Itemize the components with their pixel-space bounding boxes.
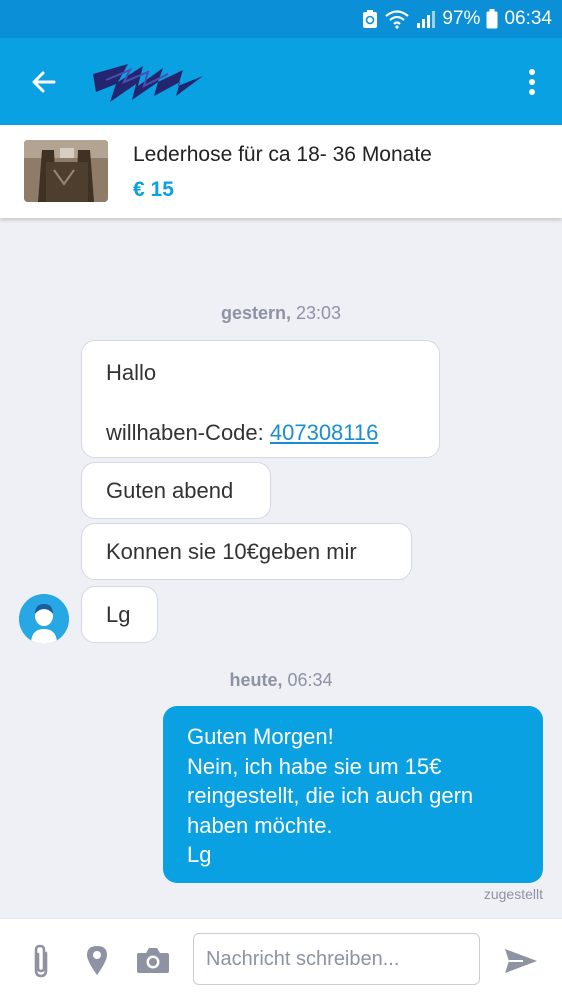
message-line: Lg	[187, 842, 212, 867]
willhaben-code-link[interactable]: 407308116	[270, 420, 379, 445]
user-silhouette-icon	[19, 594, 69, 644]
message-text: Lg	[106, 601, 131, 627]
code-label: willhaben-Code:	[106, 420, 270, 445]
message-code-line: willhaben-Code: 407308116	[106, 418, 415, 448]
incoming-message: Konnen sie 10€geben mir	[81, 523, 412, 580]
date-separator: gestern, 23:03	[0, 303, 562, 324]
status-bar: 97% 06:34	[0, 0, 562, 38]
contact-avatar[interactable]	[19, 594, 69, 644]
item-price: € 15	[133, 178, 174, 201]
delivery-status: zugestellt	[483, 886, 543, 902]
camera-button[interactable]	[135, 943, 171, 977]
attach-button[interactable]	[26, 941, 56, 981]
arrow-left-icon	[32, 71, 56, 93]
incoming-message: Lg	[81, 586, 158, 643]
incoming-message: Hallo willhaben-Code: 407308116	[81, 340, 440, 458]
message-line: reingestellt, die ich auch gern	[187, 783, 474, 808]
message-text: Konnen sie 10€geben mir	[106, 538, 357, 564]
item-title: Lederhose für ca 18- 36 Monate	[133, 143, 432, 166]
message-line: Guten Morgen!	[187, 724, 334, 749]
outgoing-message: Guten Morgen! Nein, ich habe sie um 15€ …	[163, 706, 543, 883]
message-line: haben möchte.	[187, 812, 333, 838]
date-label: heute,	[229, 670, 283, 690]
clock: 06:34	[504, 8, 552, 29]
back-button[interactable]	[24, 62, 64, 102]
date-time: 23:03	[296, 303, 342, 323]
message-line: Nein, ich habe sie um 15€	[187, 753, 442, 779]
location-pin-icon	[87, 946, 107, 975]
location-button[interactable]	[82, 943, 112, 977]
app-bar	[0, 38, 562, 125]
user-logo	[88, 52, 208, 112]
camera-icon	[137, 948, 169, 973]
message-input[interactable]	[193, 933, 480, 985]
status-icons: 97% 06:34	[362, 0, 552, 38]
message-text: Guten abend	[106, 477, 234, 503]
wifi-icon	[384, 9, 410, 29]
item-header[interactable]: Lederhose für ca 18- 36 Monate € 15	[0, 125, 562, 218]
message-input-bar	[0, 918, 562, 1001]
more-vertical-icon	[529, 69, 535, 95]
date-separator: heute, 06:34	[0, 670, 562, 691]
send-icon	[505, 949, 537, 973]
signal-icon	[416, 9, 436, 29]
incoming-message: Guten abend	[81, 462, 271, 519]
data-saver-icon	[362, 9, 378, 29]
send-button[interactable]	[500, 941, 542, 981]
message-text: Hallo	[106, 360, 157, 385]
battery-icon	[486, 9, 498, 29]
more-options-button[interactable]	[520, 62, 544, 102]
battery-percent: 97%	[442, 8, 481, 29]
date-label: gestern,	[220, 303, 291, 323]
item-thumbnail	[24, 140, 108, 202]
date-time: 06:34	[287, 670, 333, 690]
paperclip-icon	[34, 944, 48, 978]
